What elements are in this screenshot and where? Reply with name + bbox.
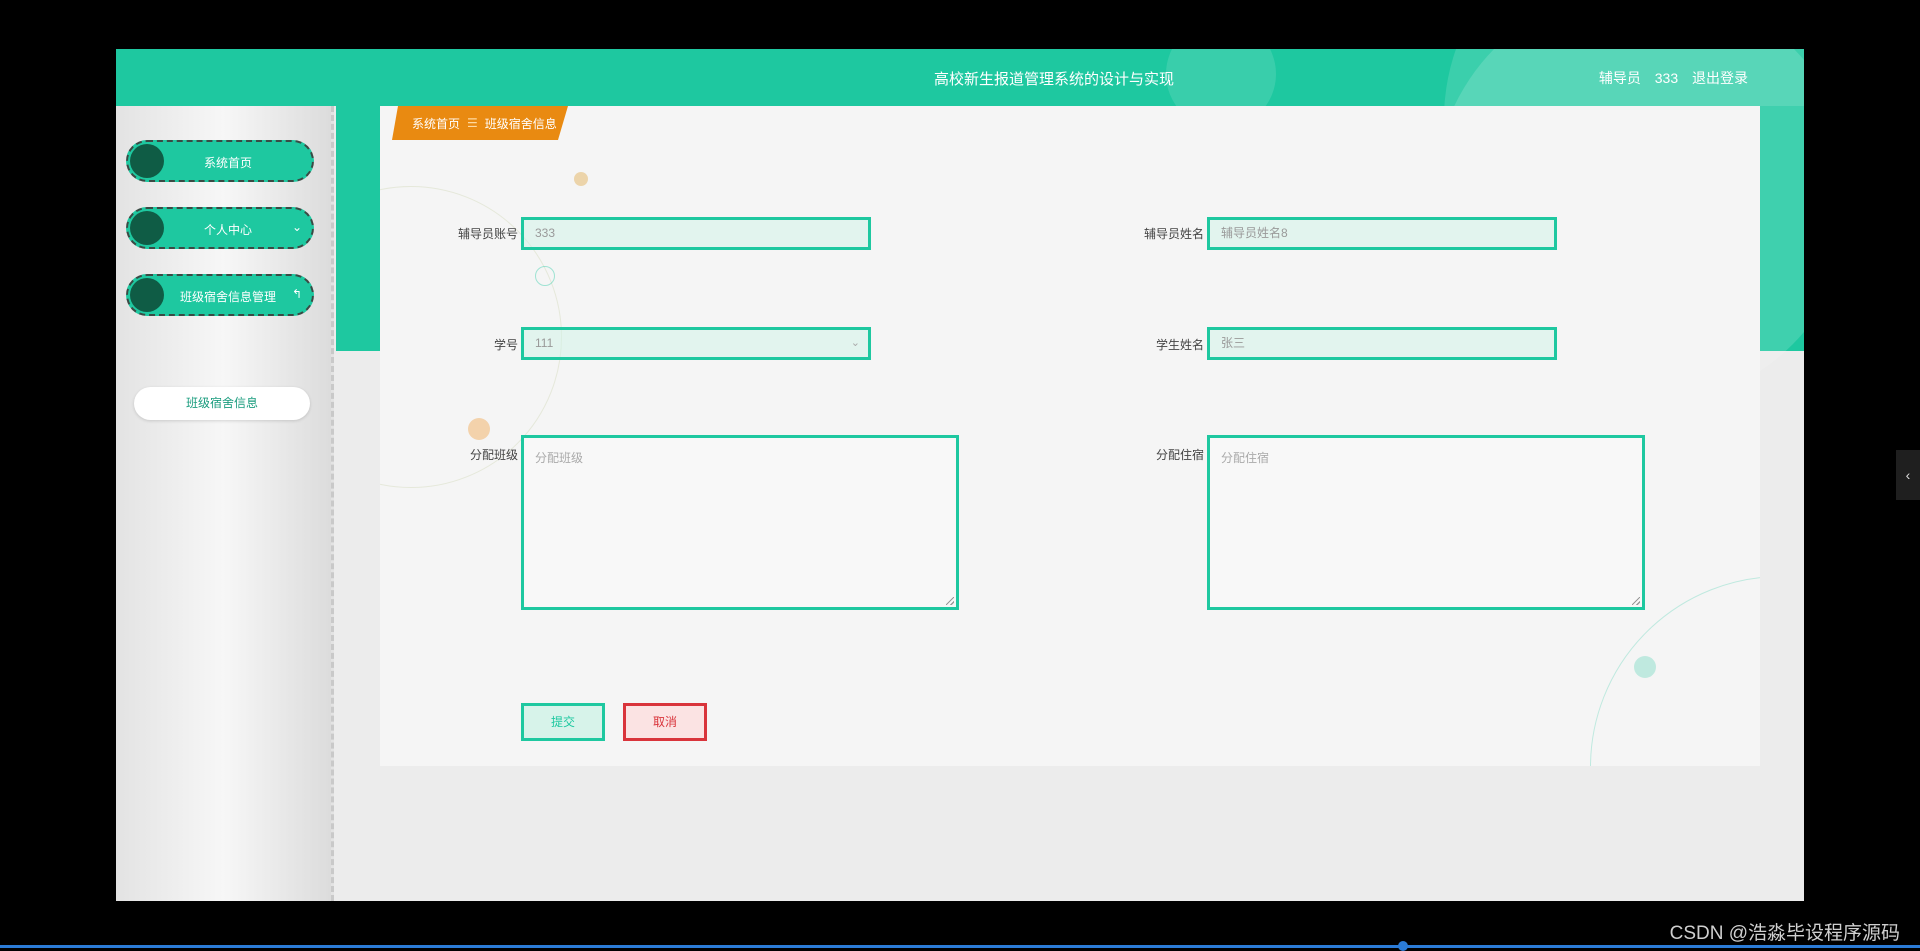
menu-ball-icon (130, 144, 164, 178)
assign-dorm-placeholder: 分配住宿 (1221, 451, 1270, 465)
return-arrow-icon: ↰ (291, 287, 302, 301)
sidebar-item-label: 系统首页 (203, 156, 252, 170)
header-decoration (1166, 49, 1276, 106)
counselor-name-input[interactable]: 辅导员姓名8 (1207, 217, 1557, 250)
decor-ring (535, 266, 555, 286)
sidebar-item-label: 班级宿舍信息管理 (179, 290, 276, 304)
sidebar-item-personal-center[interactable]: 个人中心 ⌄ (126, 207, 314, 249)
watermark-text: CSDN @浩淼毕设程序源码 (1669, 923, 1900, 944)
form-panel: 系统首页 ☰ 班级宿舍信息 辅导员账号 333 辅导员姓名 辅导员姓名8 学号 … (380, 106, 1760, 766)
breadcrumb-current: 班级宿舍信息 (484, 116, 557, 131)
sidebar: 系统首页 个人中心 ⌄ 班级宿舍信息管理 ↰ 班级宿舍信息 (116, 106, 334, 901)
decor-dot (574, 172, 588, 186)
app-window: 高校新生报道管理系统的设计与实现 辅导员 333 退出登录 系统首页 个人中心 … (116, 49, 1804, 901)
chevron-down-icon: ⌄ (850, 337, 860, 349)
sidebar-item-label: 个人中心 (203, 223, 252, 237)
decor-dot (1634, 656, 1656, 678)
breadcrumb: 系统首页 ☰ 班级宿舍信息 (392, 106, 568, 140)
menu-ball-icon (130, 278, 164, 312)
sidebar-item-home[interactable]: 系统首页 (126, 140, 314, 182)
assign-class-textarea[interactable]: 分配班级 (521, 435, 959, 610)
label-assign-class: 分配班级 (469, 448, 518, 462)
label-counselor-name: 辅导员姓名 (1143, 227, 1204, 241)
assign-class-placeholder: 分配班级 (535, 451, 584, 465)
label-assign-dorm: 分配住宿 (1155, 448, 1204, 462)
breadcrumb-home[interactable]: 系统首页 (412, 115, 460, 132)
cancel-button[interactable]: 取消 (623, 703, 707, 741)
student-name-input[interactable]: 张三 (1207, 327, 1557, 360)
label-counselor-account: 辅导员账号 (457, 227, 518, 241)
sidebar-item-class-dorm-management[interactable]: 班级宿舍信息管理 ↰ (126, 274, 314, 316)
resize-handle-icon[interactable] (946, 597, 954, 605)
student-id-value: 111 (535, 336, 554, 350)
student-id-select[interactable]: 111 ⌄ (521, 327, 871, 360)
progress-track (0, 945, 1920, 948)
menu-ball-icon (130, 211, 164, 245)
submit-button[interactable]: 提交 (521, 703, 605, 741)
assign-dorm-textarea[interactable]: 分配住宿 (1207, 435, 1645, 610)
label-student-name: 学生姓名 (1155, 338, 1204, 352)
resize-handle-icon[interactable] (1632, 597, 1640, 605)
counselor-account-input[interactable]: 333 (521, 217, 871, 250)
system-title: 高校新生报道管理系统的设计与实现 (934, 70, 1175, 88)
menu-icon: ☰ (467, 116, 478, 130)
label-student-id: 学号 (493, 338, 518, 352)
collapse-panel-button[interactable]: ‹ (1896, 450, 1920, 500)
chevron-down-icon: ⌄ (291, 220, 302, 234)
sidebar-subitem-class-dorm-info[interactable]: 班级宿舍信息 (134, 387, 310, 420)
